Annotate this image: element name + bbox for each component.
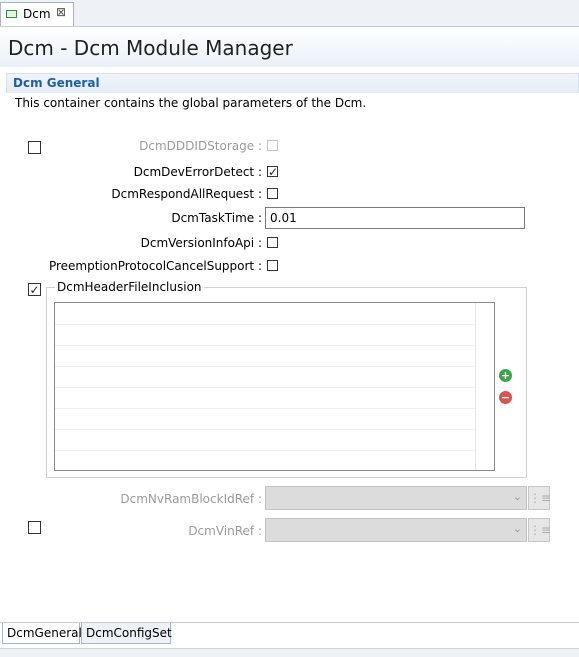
check-icon: ✓ — [29, 283, 40, 297]
list-column-separator — [475, 303, 476, 470]
module-icon — [6, 10, 17, 18]
respond-all-request-checkbox[interactable] — [267, 188, 278, 199]
dddid-storage-checkbox[interactable] — [267, 140, 278, 151]
check-icon: ✓ — [268, 165, 279, 179]
version-info-api-label: DcmVersionInfoApi : — [140, 236, 262, 250]
list-row-divider — [55, 324, 475, 325]
list-row-divider — [55, 387, 475, 388]
dev-error-detect-checkbox[interactable]: ✓ — [267, 165, 279, 179]
page-title: Dcm - Dcm Module Manager — [8, 36, 293, 60]
nvram-block-ref-browse-icon[interactable]: ⋮≡ — [528, 486, 551, 510]
vin-ref-browse-icon[interactable]: ⋮≡ — [528, 518, 551, 542]
list-row-divider — [55, 345, 475, 346]
editor-tab-dcm[interactable]: Dcm ⊠ — [0, 2, 74, 26]
nvram-block-ref-select[interactable]: ⌄ — [265, 486, 527, 510]
list-row-divider — [55, 408, 475, 409]
list-row-divider — [55, 450, 475, 451]
task-time-input[interactable]: 0.01 — [265, 207, 525, 229]
preemption-cancel-label: PreemptionProtocolCancelSupport : — [48, 259, 262, 273]
header-file-inclusion-label: DcmHeaderFileInclusion — [55, 280, 204, 294]
vin-ref-select[interactable]: ⌄ — [265, 518, 527, 542]
header-file-list[interactable] — [54, 302, 495, 471]
tab-dcm-config-set[interactable]: DcmConfigSet — [81, 623, 172, 644]
preemption-cancel-checkbox[interactable] — [267, 260, 278, 271]
chevron-down-icon: ⌄ — [512, 522, 522, 535]
add-icon[interactable]: + — [499, 369, 512, 382]
editor-tab-label: Dcm — [23, 7, 51, 21]
list-row-divider — [55, 366, 475, 367]
editor-tab-strip — [0, 0, 579, 27]
remove-icon[interactable]: − — [499, 391, 512, 404]
section-description: This container contains the global param… — [15, 96, 367, 110]
dev-error-detect-label: DcmDevErrorDetect : — [133, 165, 262, 179]
task-time-label: DcmTaskTime : — [171, 211, 262, 225]
close-icon[interactable]: ⊠ — [56, 5, 66, 19]
nvram-block-ref-label: DcmNvRamBlockIdRef : — [120, 492, 262, 506]
dddid-storage-label: DcmDDDIDStorage : — [139, 139, 262, 153]
chevron-down-icon: ⌄ — [512, 490, 522, 503]
list-row-divider — [55, 429, 475, 430]
tab-dcm-general[interactable]: DcmGeneral — [2, 623, 82, 644]
version-info-api-checkbox[interactable] — [267, 237, 278, 248]
respond-all-request-label: DcmRespondAllRequest : — [111, 187, 262, 201]
header-file-inclusion-enable-checkbox[interactable]: ✓ — [28, 283, 41, 297]
section-title[interactable]: Dcm General — [13, 76, 100, 90]
editor-header: Dcm - Dcm Module Manager — [0, 27, 579, 67]
vin-ref-label: DcmVinRef : — [188, 524, 262, 538]
